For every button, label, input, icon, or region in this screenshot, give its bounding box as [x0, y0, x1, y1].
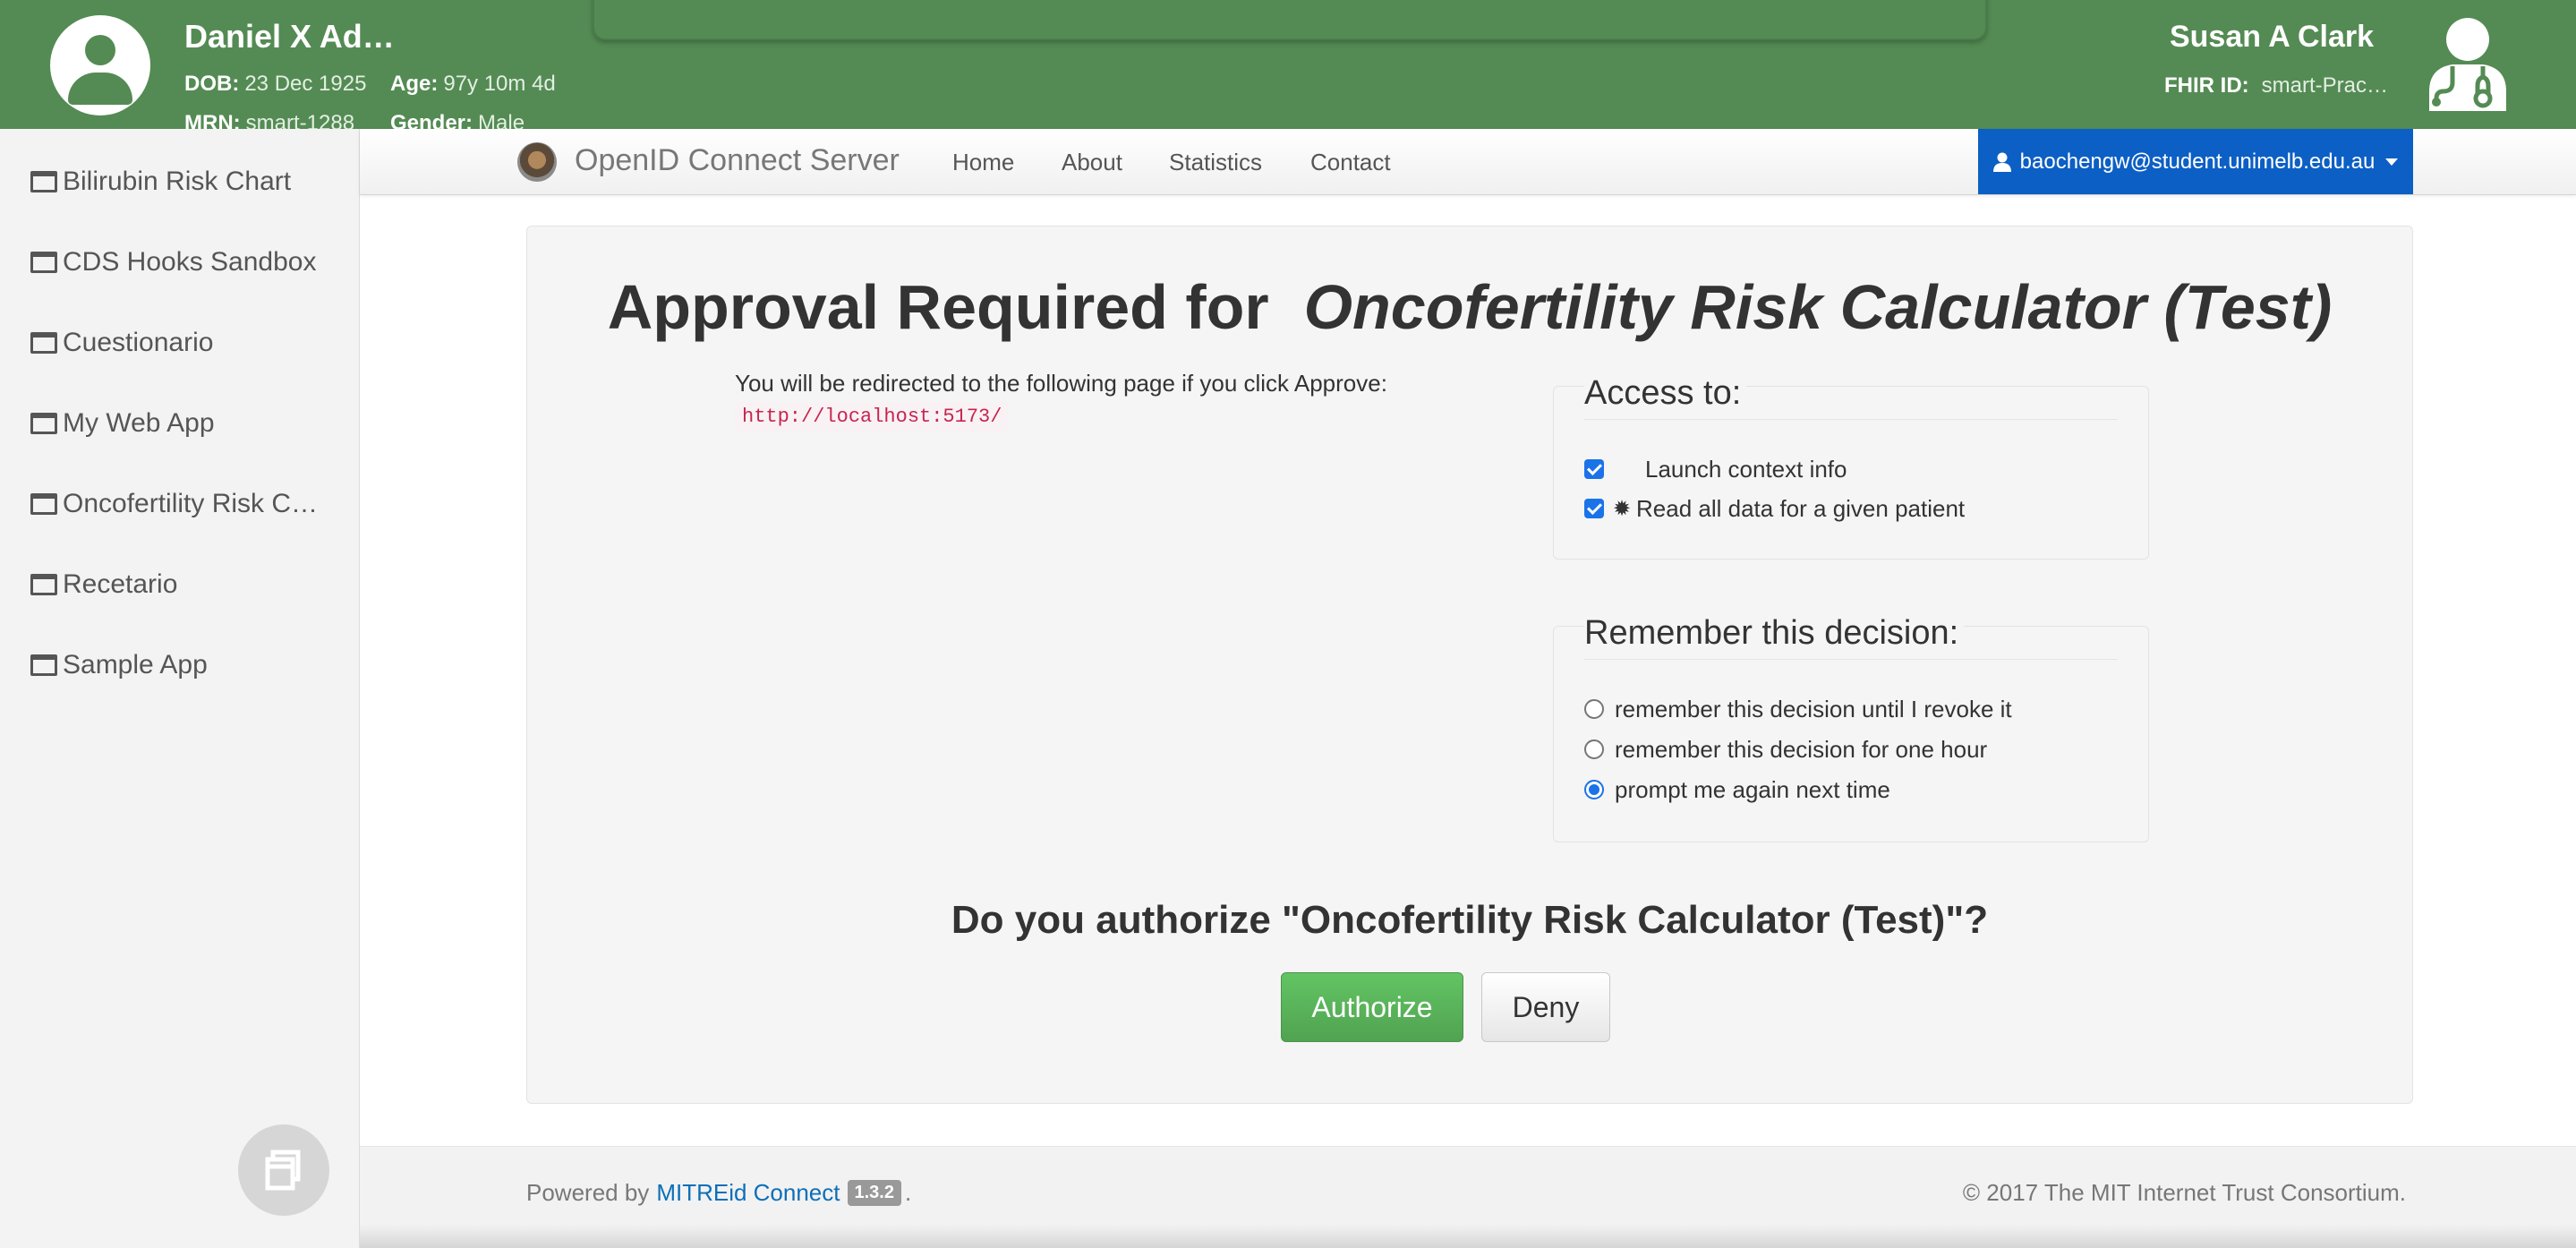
sidebar-item-label: CDS Hooks Sandbox — [63, 247, 317, 277]
sidebar-item-cuestionario[interactable]: Cuestionario — [30, 323, 213, 363]
sidebar-item-label: Recetario — [63, 569, 178, 599]
checkbox-checked[interactable] — [1584, 499, 1604, 518]
window-icon — [30, 171, 57, 192]
banner-pull-tab[interactable] — [593, 0, 1987, 40]
patient-gender: Gender: Male — [390, 111, 525, 129]
user-email: baochengw@student.unimelb.edu.au — [2019, 149, 2376, 174]
sidebar-item-label: Oncofertility Risk C… — [63, 489, 319, 518]
authorize-button[interactable]: Authorize — [1281, 972, 1463, 1042]
patient-avatar-icon — [50, 15, 150, 115]
authorize-question: Do you authorize "Oncofertility Risk Cal… — [951, 898, 1989, 942]
oidc-brand[interactable]: OpenID Connect Server — [575, 143, 900, 178]
sidebar-item-oncofertility[interactable]: Oncofertility Risk C… — [30, 484, 318, 524]
nav-home[interactable]: Home — [952, 149, 1014, 176]
nav-statistics[interactable]: Statistics — [1169, 149, 1262, 176]
scope-read-patient-data[interactable]: ✹ Read all data for a given patient — [1584, 494, 1965, 523]
powered-by: Powered by MITREid Connect 1.3.2 . — [526, 1179, 912, 1207]
sidebar-item-label: Bilirubin Risk Chart — [63, 167, 292, 196]
app-sidebar: Bilirubin Risk Chart CDS Hooks Sandbox C… — [0, 129, 360, 1248]
window-icon — [30, 413, 57, 434]
sidebar-item-sample-app[interactable]: Sample App — [30, 645, 208, 685]
radio-button[interactable] — [1584, 739, 1604, 759]
stacked-windows-button[interactable] — [238, 1124, 329, 1216]
asterisk-icon: ✹ — [1613, 496, 1632, 521]
oidc-navbar: OpenID Connect Server Home About Statist… — [360, 129, 2576, 195]
remember-prompt-again[interactable]: prompt me again next time — [1584, 775, 1890, 804]
practitioner-fhir-id: FHIR ID: smart-Prac… — [2164, 73, 2388, 98]
remember-legend: Remember this decision: — [1584, 614, 1965, 653]
access-legend: Access to: — [1584, 374, 1747, 413]
nav-contact[interactable]: Contact — [1310, 149, 1391, 176]
scope-launch-context[interactable]: Launch context info — [1584, 455, 1847, 483]
client-name: Oncofertility Risk Calculator (Test) — [1303, 272, 2333, 342]
window-icon — [30, 493, 57, 515]
patient-age: Age: 97y 10m 4d — [390, 72, 556, 96]
sidebar-item-label: My Web App — [63, 408, 215, 438]
patient-mrn: MRN: smart-1288 — [184, 111, 355, 129]
redirect-notice: You will be redirected to the following … — [735, 370, 1387, 397]
sidebar-item-cds-hooks[interactable]: CDS Hooks Sandbox — [30, 243, 316, 282]
version-badge: 1.3.2 — [847, 1180, 901, 1206]
patient-banner: Daniel X Ad… DOB: 23 Dec 1925 Age: 97y 10m… — [0, 0, 2576, 129]
patient-dob: DOB: 23 Dec 1925 — [184, 72, 367, 96]
patient-name: Daniel X Ad… — [184, 18, 395, 55]
window-icon — [30, 574, 57, 595]
bottom-shadow — [360, 1225, 2576, 1248]
oidc-logo-icon — [517, 142, 557, 182]
radio-button[interactable] — [1584, 699, 1604, 719]
radio-button-selected[interactable] — [1584, 780, 1604, 799]
remember-fieldset: Remember this decision: remember this de… — [1553, 614, 2149, 842]
practitioner-name: Susan A Clark — [2169, 20, 2374, 54]
mitreid-link[interactable]: MITREid Connect — [656, 1179, 840, 1207]
user-menu-button[interactable]: baochengw@student.unimelb.edu.au — [1978, 129, 2413, 194]
window-icon — [30, 654, 57, 676]
approval-title: Approval Required for Oncofertility Risk… — [607, 272, 2333, 342]
caret-down-icon — [2385, 158, 2399, 166]
copyright: © 2017 The MIT Internet Trust Consortium… — [1962, 1179, 2406, 1206]
remember-one-hour[interactable]: remember this decision for one hour — [1584, 735, 1987, 764]
remember-until-revoke[interactable]: remember this decision until I revoke it — [1584, 695, 2012, 723]
deny-button[interactable]: Deny — [1481, 972, 1610, 1042]
approval-panel: Approval Required for Oncofertility Risk… — [526, 226, 2413, 1104]
redirect-url: http://localhost:5173/ — [735, 402, 1010, 432]
user-icon — [1992, 152, 2011, 172]
access-fieldset: Access to: Launch context info ✹ Read al… — [1553, 374, 2149, 560]
checkbox-checked[interactable] — [1584, 459, 1604, 479]
sidebar-item-label: Cuestionario — [63, 328, 214, 357]
nav-about[interactable]: About — [1062, 149, 1122, 176]
sidebar-item-label: Sample App — [63, 650, 208, 680]
sidebar-item-bilirubin[interactable]: Bilirubin Risk Chart — [30, 162, 291, 201]
sidebar-item-my-web-app[interactable]: My Web App — [30, 404, 215, 443]
sidebar-item-recetario[interactable]: Recetario — [30, 565, 177, 604]
window-icon — [30, 332, 57, 354]
window-icon — [30, 252, 57, 273]
stacked-windows-icon — [265, 1150, 301, 1191]
practitioner-stethoscope-icon — [2429, 18, 2506, 111]
